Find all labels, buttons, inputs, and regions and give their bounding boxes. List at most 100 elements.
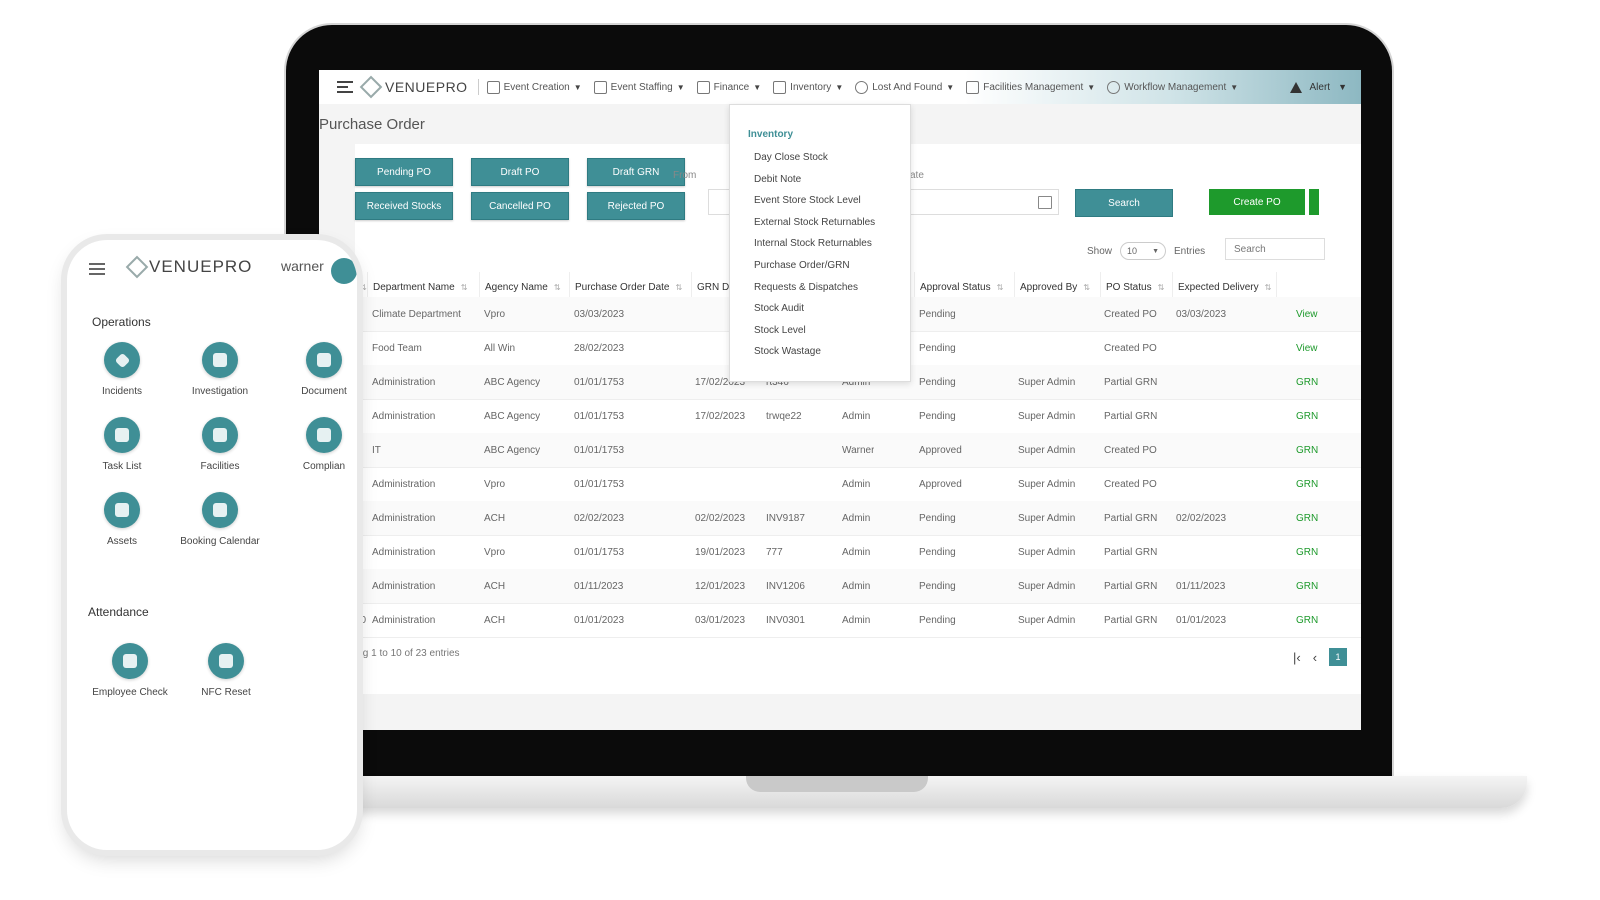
table-row[interactable]: 8 Administration Vpro 01/01/1753 19/01/2023 7… — [355, 535, 1361, 570]
table-row[interactable]: 4 Administration ABC Agency 01/01/1753 17/02… — [355, 399, 1361, 434]
logo-text: VENUEPRO — [149, 257, 253, 276]
action-link[interactable]: GRN — [1296, 399, 1318, 433]
menu-item-stock-wastage[interactable]: Stock Wastage — [754, 346, 821, 357]
approved-by-cell: Super Admin — [1018, 614, 1076, 626]
po-status-cell: Partial GRN — [1104, 614, 1158, 626]
current-page-button[interactable]: 1 — [1329, 648, 1348, 666]
tile-task-list[interactable]: Task List — [67, 417, 177, 472]
column-label: Approval Status — [920, 281, 991, 293]
approval-status-cell: Pending — [919, 342, 956, 354]
operations-heading: Operations — [92, 315, 151, 329]
approval-status-cell: Pending — [919, 512, 956, 524]
action-link[interactable]: View — [1296, 331, 1318, 365]
menu-item-day-close-stock[interactable]: Day Close Stock — [754, 152, 828, 163]
menu-icon[interactable] — [337, 81, 353, 93]
previous-page-icon[interactable]: ‹ — [1313, 650, 1317, 665]
table-row[interactable]: 7 Administration ACH 02/02/2023 02/02/2023 IN… — [355, 501, 1361, 536]
table-row[interactable]: 10 Administration ACH 01/01/2023 03/01/2023 I… — [355, 603, 1361, 638]
column-label: Department Name — [373, 281, 455, 293]
attendance-heading: Attendance — [88, 605, 149, 619]
avatar[interactable] — [331, 258, 357, 284]
person-key-icon — [112, 643, 148, 679]
invoice-cell: INV9187 — [766, 512, 805, 524]
logo-diamond-icon — [125, 255, 149, 279]
po-status-cell: Partial GRN — [1104, 376, 1158, 388]
po-date-cell: 01/11/2023 — [574, 580, 624, 592]
facilities-icon — [202, 417, 238, 453]
first-page-icon[interactable]: |‹ — [1293, 650, 1301, 665]
laptop-screen: VENUEPRO Event Creation ▼ Event Staffing ▼… — [319, 70, 1361, 730]
tile-employee-check[interactable]: Employee Check — [75, 643, 185, 698]
tile-nfc-reset[interactable]: NFC Reset — [171, 643, 281, 698]
tile-incidents[interactable]: Incidents — [67, 342, 177, 397]
created-by-cell: Admin — [842, 410, 871, 422]
po-date-cell: 01/01/2023 — [574, 614, 625, 626]
column-label: Purchase Order Date — [575, 281, 670, 293]
menu-item-external-stock-returnables[interactable]: External Stock Returnables — [754, 217, 875, 228]
invoice-cell: trwqe22 — [766, 410, 802, 422]
tile-assets[interactable]: Assets — [67, 492, 177, 547]
action-link[interactable]: GRN — [1296, 535, 1318, 569]
created-by-cell: Warner — [842, 444, 875, 456]
table-info: ing 1 to 10 of 23 entries — [355, 648, 460, 659]
action-link[interactable]: GRN — [1296, 433, 1318, 467]
approval-status-cell: Pending — [919, 376, 956, 388]
po-status-cell: Partial GRN — [1104, 512, 1158, 524]
agency-cell: ACH — [484, 512, 506, 524]
action-link[interactable]: GRN — [1296, 365, 1318, 399]
department-cell: Administration — [372, 614, 436, 626]
table-row[interactable]: 6 Administration Vpro 01/01/1753 Admin Approv… — [355, 467, 1361, 502]
action-link[interactable]: View — [1296, 297, 1318, 331]
tile-label: Task List — [102, 461, 142, 472]
action-link[interactable]: GRN — [1296, 467, 1318, 501]
menu-item-internal-stock-returnables[interactable]: Internal Stock Returnables — [754, 238, 872, 249]
expected-delivery-cell: 03/03/2023 — [1176, 308, 1227, 320]
po-status-cell: Created PO — [1104, 444, 1157, 456]
grn-date-cell: 02/02/2023 — [695, 512, 746, 524]
po-status-cell: Created PO — [1104, 308, 1157, 320]
mobile-phone-frame: VENUEPRO warner Operations Incidents Inv… — [67, 240, 357, 850]
table-row[interactable]: 9 Administration ACH 01/11/2023 12/01/2023 IN… — [355, 569, 1361, 604]
agency-cell: ABC Agency — [484, 376, 541, 388]
tile-label: Document — [301, 386, 347, 397]
po-date-cell: 01/01/1753 — [574, 444, 625, 456]
department-cell: Food Team — [372, 342, 422, 354]
agency-cell: Vpro — [484, 308, 506, 320]
approval-status-cell: Pending — [919, 580, 956, 592]
pagination: |‹ ‹ 1 — [1293, 648, 1348, 666]
tile-label: Investigation — [191, 386, 249, 397]
tile-investigation[interactable]: Investigation — [165, 342, 275, 397]
menu-item-debit-note[interactable]: Debit Note — [754, 174, 801, 185]
department-cell: Administration — [372, 546, 436, 558]
tile-booking-calendar[interactable]: Booking Calendar — [165, 492, 275, 547]
user-name[interactable]: warner — [281, 258, 324, 274]
menu-item-requests-dispatches[interactable]: Requests & Dispatches — [754, 282, 858, 293]
menu-icon[interactable] — [89, 263, 105, 275]
approved-by-cell: Super Admin — [1018, 376, 1076, 388]
tile-compliance[interactable]: Complian — [269, 417, 357, 472]
action-link[interactable]: GRN — [1296, 603, 1318, 637]
tile-document[interactable]: Document — [269, 342, 357, 397]
table-row[interactable]: 5 IT ABC Agency 01/01/1753 Warner Approved Sup… — [355, 433, 1361, 468]
menu-item-stock-audit[interactable]: Stock Audit — [754, 303, 804, 314]
menu-item-stock-level[interactable]: Stock Level — [754, 325, 806, 336]
action-link[interactable]: GRN — [1296, 501, 1318, 535]
po-date-cell: 01/01/1753 — [574, 546, 625, 558]
column-label: PO Status — [1106, 281, 1152, 293]
approval-status-cell: Pending — [919, 410, 956, 422]
department-cell: Administration — [372, 580, 436, 592]
menu-item-purchase-order-grn[interactable]: Purchase Order/GRN — [754, 260, 850, 271]
sort-icon: ⇅ — [1083, 282, 1090, 292]
action-link[interactable]: GRN — [1296, 569, 1318, 603]
approved-by-cell: Super Admin — [1018, 478, 1076, 490]
agency-cell: ACH — [484, 580, 506, 592]
sort-icon: ⇅ — [1157, 282, 1165, 292]
grn-date-cell: 17/02/2023 — [695, 410, 746, 422]
menu-item-event-store-stock-level[interactable]: Event Store Stock Level — [754, 195, 861, 206]
po-date-cell: 01/01/1753 — [574, 478, 625, 490]
mobile-header: VENUEPRO warner — [67, 240, 357, 296]
mobile-logo: VENUEPRO — [125, 255, 253, 279]
dropdown-header: Inventory — [748, 129, 794, 140]
department-cell: Administration — [372, 478, 436, 490]
tile-facilities[interactable]: Facilities — [165, 417, 275, 472]
